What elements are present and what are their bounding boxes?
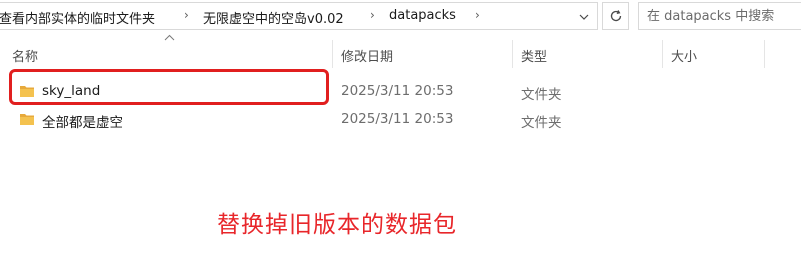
refresh-button[interactable] [602, 2, 629, 30]
file-name[interactable]: 全部都是虚空 [42, 111, 123, 131]
column-divider[interactable] [662, 40, 663, 68]
column-size[interactable]: 大小 [671, 46, 697, 65]
column-name[interactable]: 名称 [12, 46, 38, 65]
column-divider[interactable] [332, 40, 333, 68]
file-type: 文件夹 [521, 87, 562, 103]
refresh-icon [610, 10, 621, 22]
breadcrumb-chevron-icon[interactable]: › [370, 8, 375, 22]
column-header: 名称 修改日期 类型 大小 [0, 34, 801, 74]
file-date: 2025/3/11 20:53 [341, 111, 454, 127]
breadcrumb-item-temp-folder[interactable]: 查看内部实体的临时文件夹 [0, 8, 155, 27]
file-date: 2025/3/11 20:53 [341, 83, 454, 99]
column-divider[interactable] [512, 40, 513, 68]
address-bar: 查看内部实体的临时文件夹 › 无限虚空中的空岛v0.02 › datapacks… [0, 0, 801, 32]
breadcrumb-item-world[interactable]: 无限虚空中的空岛v0.02 [203, 8, 344, 27]
annotation-text: 替换掉旧版本的数据包 [217, 212, 457, 238]
search-input[interactable] [647, 7, 797, 25]
file-row[interactable]: 全部都是虚空 2025/3/11 20:53 文件夹 [0, 108, 801, 132]
breadcrumb-chevron-icon[interactable]: › [475, 8, 480, 22]
address-dropdown-button[interactable] [572, 5, 596, 29]
folder-icon [20, 114, 34, 125]
breadcrumb-chevron-icon[interactable]: › [184, 8, 189, 22]
column-date-modified[interactable]: 修改日期 [341, 46, 393, 65]
breadcrumb[interactable]: 查看内部实体的临时文件夹 › 无限虚空中的空岛v0.02 › datapacks… [0, 2, 598, 30]
file-type: 文件夹 [521, 115, 562, 131]
dropdown-chevron-icon [579, 14, 589, 20]
highlight-box [9, 69, 329, 105]
breadcrumb-item-datapacks[interactable]: datapacks [389, 8, 456, 23]
column-divider[interactable] [764, 40, 765, 68]
sort-ascending-icon [164, 34, 175, 41]
column-type[interactable]: 类型 [521, 46, 547, 65]
search-box[interactable] [638, 2, 801, 30]
